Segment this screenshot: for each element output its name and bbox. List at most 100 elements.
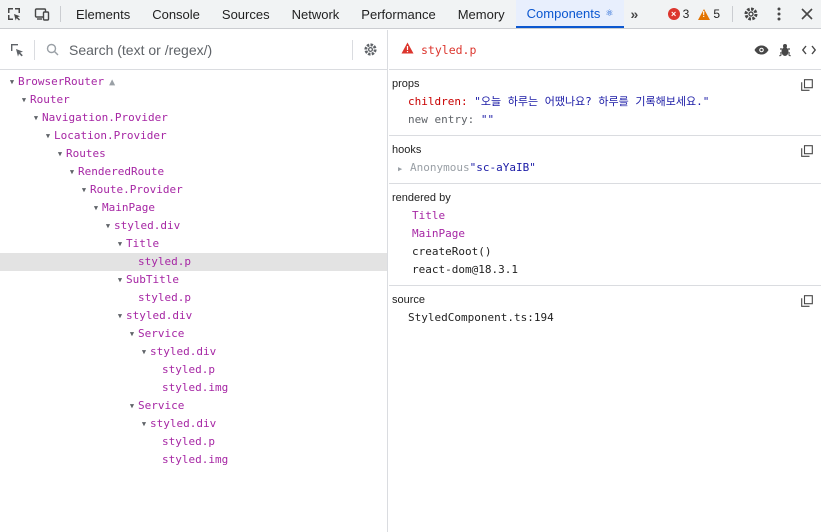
device-toolbar-icon[interactable] — [28, 0, 56, 28]
tree-node[interactable]: ▼ Location.Provider — [0, 127, 387, 145]
tab-label: Memory — [457, 6, 505, 22]
inspect-element-icon[interactable] — [0, 0, 28, 28]
tab-components[interactable]: Components ⚛ — [515, 0, 625, 28]
tab-memory[interactable]: Memory — [447, 0, 516, 28]
tree-node[interactable]: ▼ Routes — [0, 145, 387, 163]
tree-node-label: styled.img — [162, 381, 229, 394]
hooks-section: hooks ▶ Anonymous"sc-aYaIB" — [389, 136, 821, 184]
tab-console[interactable]: Console — [141, 0, 211, 28]
tree-node-label: styled.p — [162, 363, 215, 376]
rendered-by-section: rendered by Title MainPage createRoot() … — [389, 184, 821, 286]
search-input[interactable] — [69, 34, 352, 65]
collapse-triangle-icon[interactable]: ▼ — [138, 343, 150, 361]
tree-node-label: BrowserRouter — [18, 75, 105, 88]
tree-node[interactable]: ▼ RenderedRoute — [0, 163, 387, 181]
inspect-dom-eye-icon[interactable] — [749, 45, 773, 55]
tree-node-label: Router — [30, 93, 70, 106]
rendered-by-item: createRoot() — [412, 245, 492, 258]
collapse-triangle-icon[interactable]: ▼ — [138, 415, 150, 433]
tree-node[interactable]: styled.p — [0, 433, 387, 451]
rendered-by-item[interactable]: Title — [392, 207, 821, 225]
collapse-triangle-icon[interactable]: ▼ — [30, 109, 42, 127]
tree-node-label: Location.Provider — [54, 129, 167, 142]
tree-node[interactable]: ▼ BrowserRouter ▲ — [0, 73, 387, 91]
warning-icon — [698, 8, 711, 20]
tab-label: Sources — [221, 6, 270, 22]
tab-network[interactable]: Network — [281, 0, 351, 28]
error-count: 3 — [682, 7, 690, 21]
tree-node[interactable]: ▼ MainPage — [0, 199, 387, 217]
tree-node[interactable]: ▼ Router — [0, 91, 387, 109]
prop-row-new-entry[interactable]: new entry: "" — [392, 111, 821, 129]
collapse-triangle-icon[interactable]: ▼ — [78, 181, 90, 199]
settings-gear-icon[interactable] — [353, 30, 387, 70]
collapse-triangle-icon[interactable]: ▼ — [42, 127, 54, 145]
expand-triangle-icon[interactable]: ▶ — [398, 160, 410, 178]
new-entry-value[interactable]: "" — [481, 113, 494, 126]
rendered-by-item[interactable]: MainPage — [392, 225, 821, 243]
new-entry-key[interactable]: new entry: — [408, 113, 474, 126]
devtools-tab-bar: Elements Console Sources Network Perform… — [0, 0, 821, 29]
tree-node[interactable]: ▼ styled.div — [0, 343, 387, 361]
tree-node[interactable]: ▼ Navigation.Provider — [0, 109, 387, 127]
close-icon[interactable] — [793, 0, 821, 28]
component-tree-pane: ▼BrowserRouter▲▼Router▼Navigation.Provid… — [0, 30, 388, 532]
source-file-link[interactable]: StyledComponent.ts:194 — [392, 309, 821, 327]
copy-icon[interactable] — [801, 145, 813, 157]
tree-node[interactable]: styled.p — [0, 253, 387, 271]
react-atom-icon: ⚛ — [605, 7, 614, 18]
collapse-triangle-icon[interactable]: ▼ — [66, 163, 78, 181]
tab-label: Performance — [361, 6, 436, 22]
tree-node[interactable]: ▼ styled.div — [0, 217, 387, 235]
more-tabs-icon[interactable]: » — [624, 0, 644, 28]
tree-node-label: Title — [126, 237, 160, 250]
tab-sources[interactable]: Sources — [211, 0, 281, 28]
prop-row-children[interactable]: children: "오늘 하루는 어땠나요? 하루를 기록해보세요." — [392, 93, 821, 111]
inspector-header: styled.p — [389, 30, 821, 70]
collapse-triangle-icon[interactable]: ▼ — [114, 235, 126, 253]
tree-node[interactable]: styled.p — [0, 361, 387, 379]
collapse-triangle-icon[interactable]: ▼ — [54, 145, 66, 163]
tree-node[interactable]: ▼ styled.div — [0, 415, 387, 433]
tree-node[interactable]: ▼ styled.div — [0, 307, 387, 325]
tree-node[interactable]: styled.img — [0, 451, 387, 469]
tree-node[interactable]: ▼ Service — [0, 325, 387, 343]
settings-gear-icon[interactable] — [737, 0, 765, 28]
prop-key: children: — [408, 95, 468, 108]
tree-node[interactable]: ▼ Title — [0, 235, 387, 253]
collapse-triangle-icon[interactable]: ▼ — [102, 217, 114, 235]
collapse-triangle-icon[interactable]: ▼ — [114, 271, 126, 289]
props-section: props children: "오늘 하루는 어땠나요? 하루를 기록해보세요… — [389, 70, 821, 136]
tab-performance[interactable]: Performance — [350, 0, 446, 28]
collapse-triangle-icon[interactable]: ▼ — [126, 397, 138, 415]
tree-node[interactable]: styled.p — [0, 289, 387, 307]
tab-label: Network — [291, 6, 340, 22]
tree-node-label: styled.p — [138, 291, 191, 304]
issue-counters[interactable]: × 3 5 — [660, 0, 728, 28]
more-options-icon[interactable] — [765, 0, 793, 28]
section-title: props — [392, 78, 420, 90]
tree-node[interactable]: ▼ Service — [0, 397, 387, 415]
collapse-triangle-icon[interactable]: ▼ — [6, 73, 18, 91]
select-component-icon[interactable] — [0, 30, 34, 70]
debug-bug-icon[interactable] — [773, 43, 797, 57]
tree-node-label: SubTitle — [126, 273, 179, 286]
tree-node[interactable]: ▼ SubTitle — [0, 271, 387, 289]
collapse-triangle-icon[interactable]: ▼ — [126, 325, 138, 343]
hook-row[interactable]: ▶ Anonymous"sc-aYaIB" — [392, 159, 821, 177]
tree-node-label: styled.p — [138, 255, 191, 268]
tree-node-label: styled.div — [150, 417, 217, 430]
warning-icon: ▲ — [109, 77, 116, 88]
tree-node[interactable]: ▼ Route.Provider — [0, 181, 387, 199]
copy-icon[interactable] — [801, 295, 813, 307]
prop-value[interactable]: "오늘 하루는 어땠나요? 하루를 기록해보세요." — [474, 95, 709, 108]
collapse-triangle-icon[interactable]: ▼ — [18, 91, 30, 109]
collapse-triangle-icon[interactable]: ▼ — [114, 307, 126, 325]
tab-elements[interactable]: Elements — [65, 0, 141, 28]
view-source-code-icon[interactable] — [797, 45, 821, 55]
tree-node[interactable]: styled.img — [0, 379, 387, 397]
collapse-triangle-icon[interactable]: ▼ — [90, 199, 102, 217]
tree-node-label: Navigation.Provider — [42, 111, 168, 124]
copy-icon[interactable] — [801, 79, 813, 91]
tree-search-bar — [0, 30, 387, 70]
